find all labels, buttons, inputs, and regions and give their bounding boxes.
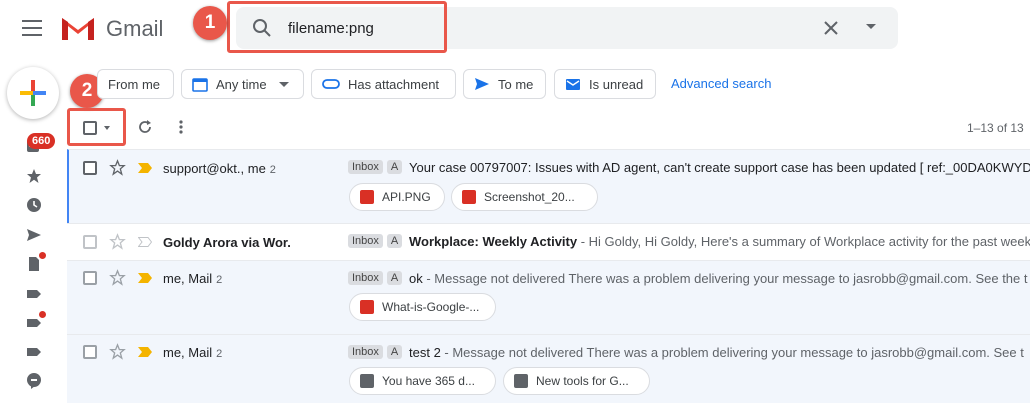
email-labels: Inbox A [348, 345, 403, 359]
email-subject: ok - Message not delivered There was a p… [409, 271, 1028, 286]
unread-mail-icon [566, 79, 580, 90]
mail-icon [514, 374, 528, 388]
main-menu-button[interactable] [22, 20, 42, 36]
unread-count-badge: 660 [27, 133, 56, 149]
important-marker-outline-icon[interactable] [138, 237, 152, 247]
row-checkbox[interactable] [83, 345, 97, 359]
star-outline-icon[interactable] [109, 233, 126, 250]
email-labels: Inbox A [348, 160, 403, 174]
step-1-marker: 1 [193, 6, 227, 40]
label-icon[interactable] [25, 285, 43, 303]
email-sender: me, Mail 2 [163, 271, 223, 286]
filter-is-unread-chip[interactable]: Is unread [554, 69, 656, 99]
send-arrow-icon [475, 78, 489, 90]
email-labels: Inbox A [348, 271, 403, 285]
advanced-search-link[interactable]: Advanced search [671, 76, 771, 91]
refresh-icon[interactable] [137, 119, 153, 135]
important-marker-icon[interactable] [138, 273, 152, 283]
search-options-caret-icon[interactable] [866, 24, 876, 29]
row-checkbox[interactable] [83, 235, 97, 249]
calendar-icon [192, 78, 208, 92]
snoozed-clock-icon[interactable] [25, 196, 43, 214]
star-icon[interactable] [25, 167, 43, 185]
important-marker-icon[interactable] [138, 347, 152, 357]
row-checkbox[interactable] [83, 161, 97, 175]
email-subject: Your case 00797007: Issues with AD agent… [409, 160, 1030, 175]
row-checkbox[interactable] [83, 271, 97, 285]
drafts-notification-dot [39, 252, 46, 259]
email-sender: Goldy Arora via Wor. [163, 235, 291, 250]
select-highlight-box [67, 108, 126, 146]
mail-icon [360, 374, 374, 388]
image-file-icon [360, 190, 374, 204]
compose-button[interactable] [7, 67, 59, 119]
email-labels: Inbox A [348, 234, 403, 248]
attachment-icon [322, 79, 340, 89]
search-highlight-box [227, 1, 447, 53]
message-count: 1–13 of 13 [967, 121, 1024, 135]
plus-icon [20, 80, 46, 106]
inbox-label: Inbox [348, 345, 383, 359]
gmail-brand-text: Gmail [106, 16, 164, 41]
account-label: A [386, 234, 403, 248]
image-file-icon [462, 190, 476, 204]
close-icon[interactable] [822, 19, 840, 37]
attachment-chip[interactable]: What-is-Google-... [349, 293, 496, 321]
attachment-chip[interactable]: You have 365 d... [349, 367, 496, 395]
star-outline-icon[interactable] [109, 343, 126, 360]
more-options-icon[interactable] [178, 119, 184, 135]
label-icon[interactable] [25, 343, 43, 361]
filter-from-me-chip[interactable]: From me [97, 69, 174, 99]
attachment-chip[interactable]: API.PNG [349, 183, 445, 211]
chevron-down-icon [278, 81, 289, 87]
image-file-icon [360, 300, 374, 314]
inbox-label: Inbox [348, 234, 383, 248]
chat-icon[interactable] [25, 372, 43, 390]
star-outline-icon[interactable] [109, 269, 126, 286]
sent-icon[interactable] [25, 226, 43, 244]
filter-to-me-chip[interactable]: To me [463, 69, 546, 99]
account-label: A [386, 345, 403, 359]
filter-any-time-chip[interactable]: Any time [181, 69, 304, 99]
star-outline-icon[interactable] [109, 159, 126, 176]
email-sender: support@okt., me 2 [163, 161, 276, 176]
gmail-logo-icon [62, 18, 94, 40]
email-subject: test 2 - Message not delivered There was… [409, 345, 1024, 360]
attachment-chip[interactable]: Screenshot_20... [451, 183, 598, 211]
inbox-label: Inbox [348, 271, 383, 285]
account-label: A [386, 271, 403, 285]
account-label: A [386, 160, 403, 174]
email-subject: Workplace: Weekly Activity - Hi Goldy, H… [409, 234, 1030, 249]
filter-has-attachment-chip[interactable]: Has attachment [311, 69, 456, 99]
attachment-chip[interactable]: New tools for G... [503, 367, 650, 395]
inbox-label: Inbox [348, 160, 383, 174]
important-marker-icon[interactable] [138, 163, 152, 173]
email-sender: me, Mail 2 [163, 345, 223, 360]
label-notification-dot [39, 311, 46, 318]
